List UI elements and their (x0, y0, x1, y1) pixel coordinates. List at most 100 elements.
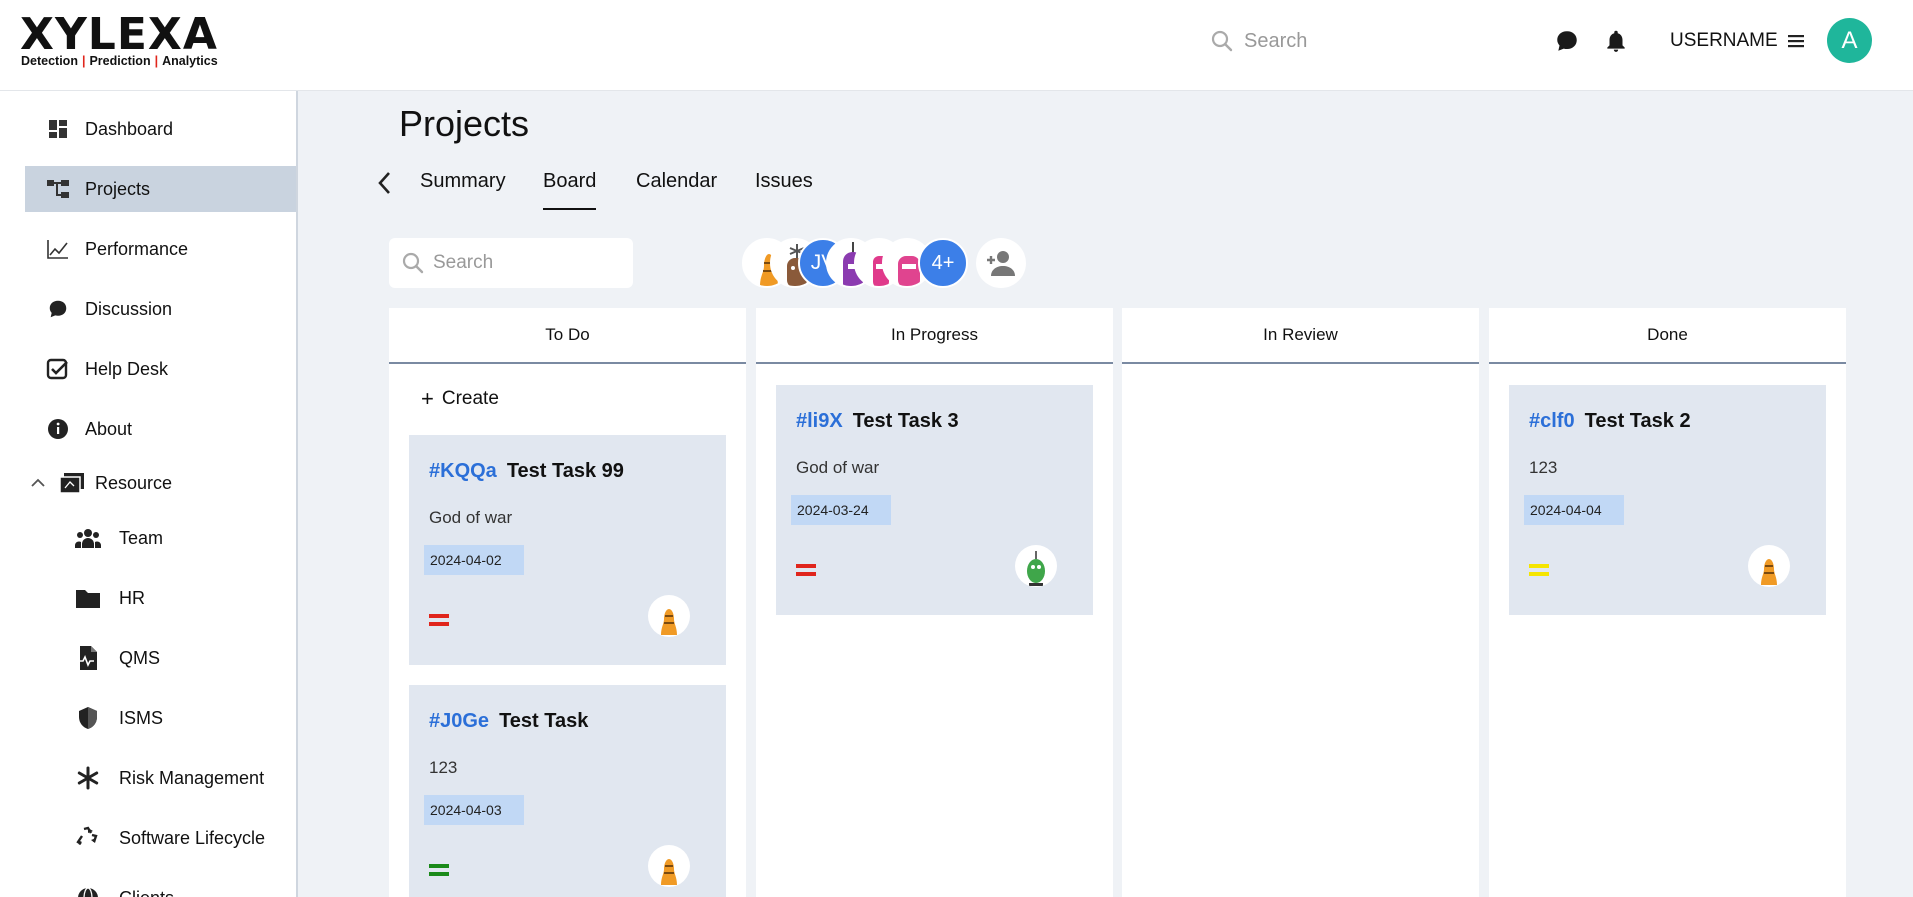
card-description: God of war (796, 458, 880, 477)
member-avatars: JV 4+ (742, 238, 968, 290)
priority-icon (796, 564, 816, 578)
projects-icon (45, 176, 71, 202)
performance-icon (45, 236, 71, 262)
more-members-badge[interactable]: 4+ (918, 238, 968, 288)
assignee-avatar[interactable] (648, 595, 690, 637)
card-description: 123 (1529, 458, 1558, 477)
discussion-icon (45, 296, 71, 322)
assignee-avatar[interactable] (648, 845, 690, 887)
task-card[interactable]: #li9X Test Task 3 God of war 2024-03-24 (776, 385, 1093, 615)
column-todo: To Do + Create #KQQa Test Task 99 God of … (389, 308, 746, 897)
user-avatar[interactable]: A (1827, 18, 1872, 63)
bell-icon[interactable] (1603, 28, 1629, 54)
card-id[interactable]: #li9X (796, 410, 843, 432)
logo-tagline: Detection | Prediction | Analytics (21, 54, 218, 68)
help-desk-icon (45, 356, 71, 382)
logo[interactable]: XYLEXA Detection | Prediction | Analytics (20, 12, 220, 72)
board-search-input[interactable] (433, 252, 613, 274)
card-id[interactable]: #J0Ge (429, 710, 489, 732)
folder-icon (75, 585, 101, 611)
sidebar-item-label: HR (119, 587, 145, 608)
task-card[interactable]: #clf0 Test Task 2 123 2024-04-04 (1509, 385, 1826, 615)
sidebar-subitem-software-lifecycle[interactable]: Software Lifecycle (75, 815, 296, 861)
sidebar-item-label: Software Lifecycle (119, 827, 266, 848)
tab-board[interactable]: Board (543, 170, 597, 210)
sidebar-subitem-clients[interactable]: Clients (75, 875, 296, 897)
sidebar: Dashboard Projects Performance Discussio… (0, 91, 298, 897)
sidebar-item-label: ISMS (119, 707, 164, 728)
document-icon (75, 645, 101, 671)
priority-icon (1529, 564, 1549, 578)
sidebar-item-resource[interactable]: Resource (25, 460, 296, 506)
add-member-button[interactable] (976, 238, 1026, 288)
sidebar-item-label: About (85, 418, 133, 439)
column-done: Done #clf0 Test Task 2 123 2024-04-04 (1489, 308, 1846, 897)
sidebar-item-label: Performance (85, 238, 189, 259)
column-title: To Do (389, 308, 746, 364)
create-label: Create (441, 388, 499, 409)
tab-calendar[interactable]: Calendar (636, 170, 717, 210)
card-due-date: 2024-04-04 (1524, 495, 1624, 525)
dashboard-icon (45, 116, 71, 142)
logo-wordmark: XYLEXA (20, 9, 218, 60)
sidebar-item-about[interactable]: About (25, 406, 296, 452)
team-icon (75, 525, 101, 551)
card-description: 123 (429, 758, 458, 777)
card-id[interactable]: #clf0 (1529, 410, 1575, 432)
sidebar-item-label: Risk Management (119, 767, 265, 788)
sidebar-item-help-desk[interactable]: Help Desk (25, 346, 296, 392)
priority-icon (429, 864, 449, 878)
sidebar-item-discussion[interactable]: Discussion (25, 286, 296, 332)
asterisk-icon (75, 765, 101, 791)
card-due-date: 2024-04-03 (424, 795, 524, 825)
create-task-button[interactable]: + Create (421, 388, 499, 410)
sidebar-item-label: Clients (119, 888, 174, 897)
chevron-left-icon[interactable] (374, 170, 396, 196)
sidebar-item-dashboard[interactable]: Dashboard (25, 106, 296, 152)
card-title: #J0Ge Test Task (429, 710, 589, 732)
tab-issues[interactable]: Issues (755, 170, 813, 210)
chevron-up-icon[interactable] (25, 470, 51, 496)
sidebar-item-label: Resource (95, 472, 173, 493)
add-person-icon (987, 251, 1015, 276)
sidebar-item-label: Discussion (85, 298, 173, 319)
plus-icon: + (421, 386, 434, 411)
sidebar-subitem-risk-management[interactable]: Risk Management (75, 755, 296, 801)
menu-icon[interactable] (1786, 31, 1806, 51)
column-title: In Progress (756, 308, 1113, 364)
task-card[interactable]: #J0Ge Test Task 123 2024-04-03 (409, 685, 726, 897)
sidebar-subitem-team[interactable]: Team (75, 515, 296, 561)
assignee-avatar[interactable] (1015, 545, 1057, 587)
page-title: Projects (399, 103, 530, 144)
tab-summary[interactable]: Summary (420, 170, 506, 210)
sidebar-subitem-hr[interactable]: HR (75, 575, 296, 621)
card-description: God of war (429, 508, 513, 527)
card-title: #clf0 Test Task 2 (1529, 410, 1691, 432)
card-title: #li9X Test Task 3 (796, 410, 959, 432)
card-due-date: 2024-03-24 (791, 495, 891, 525)
chat-icon[interactable] (1554, 28, 1580, 54)
recycle-icon (75, 825, 101, 851)
global-search[interactable] (1210, 26, 1470, 56)
column-in-review: In Review (1122, 308, 1479, 897)
search-icon (402, 252, 424, 274)
sidebar-subitem-isms[interactable]: ISMS (75, 695, 296, 741)
sidebar-item-label: QMS (119, 647, 161, 668)
card-title: #KQQa Test Task 99 (429, 460, 624, 482)
assignee-avatar[interactable] (1748, 545, 1790, 587)
sidebar-item-label: Help Desk (85, 358, 169, 379)
board-search[interactable] (389, 238, 633, 288)
sidebar-item-projects[interactable]: Projects (25, 166, 296, 212)
global-search-input[interactable] (1244, 29, 1444, 53)
shield-icon (75, 705, 101, 731)
username-label[interactable]: USERNAME (1670, 30, 1778, 52)
task-card[interactable]: #KQQa Test Task 99 God of war 2024-04-02 (409, 435, 726, 665)
column-title: In Review (1122, 308, 1479, 364)
sidebar-item-label: Team (119, 527, 164, 548)
globe-icon (75, 885, 101, 897)
card-id[interactable]: #KQQa (429, 460, 497, 482)
sidebar-subitem-qms[interactable]: QMS (75, 635, 296, 681)
sidebar-item-performance[interactable]: Performance (25, 226, 296, 272)
column-in-progress: In Progress #li9X Test Task 3 God of war … (756, 308, 1113, 897)
info-icon (45, 416, 71, 442)
